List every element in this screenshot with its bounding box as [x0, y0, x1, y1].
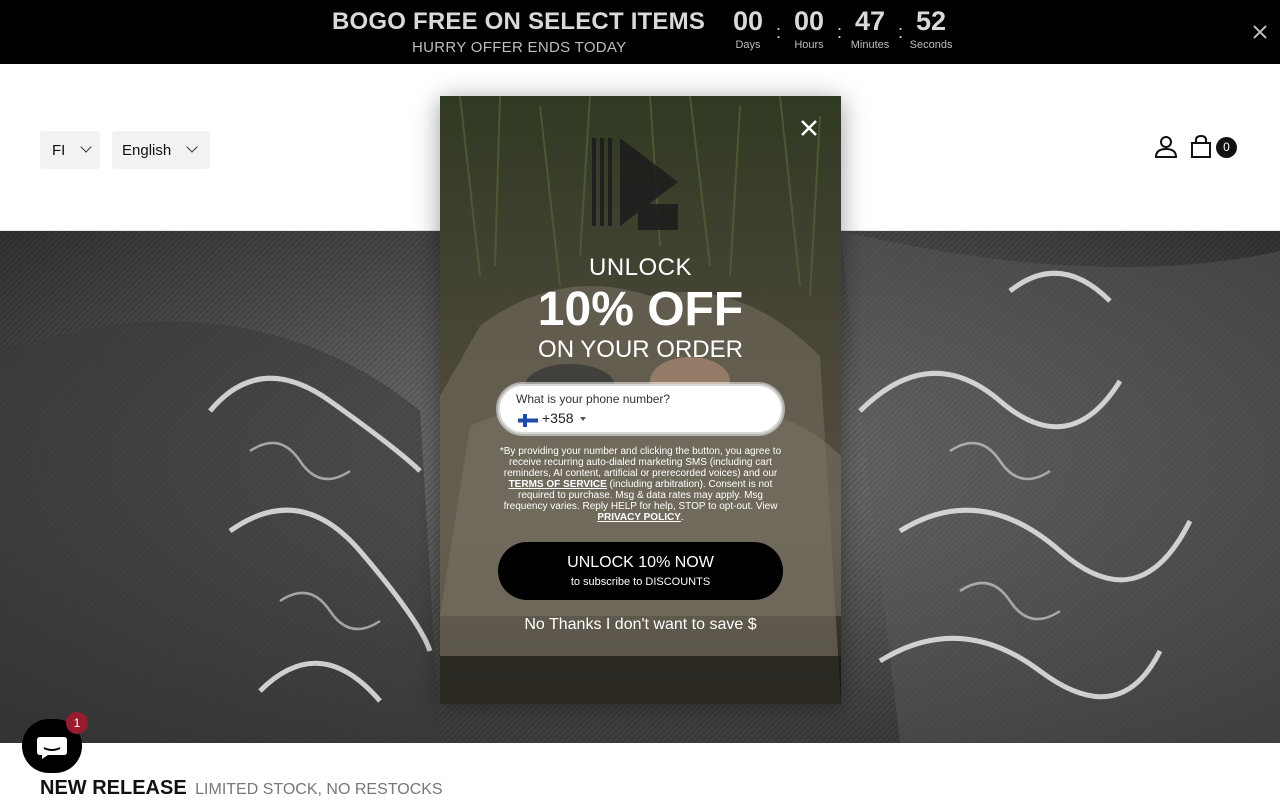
countdown-seconds: 52 Seconds [905, 6, 957, 51]
consent-text-part1: *By providing your number and clicking t… [499, 446, 782, 479]
announcement-bar: BOGO FREE ON SELECT ITEMS HURRY OFFER EN… [0, 0, 1280, 64]
country-selector[interactable]: FI [40, 131, 100, 169]
phone-field-label: What is your phone number? [516, 392, 671, 406]
countdown-separator: : [837, 22, 843, 42]
popup-line-order: ON YOUR ORDER [538, 336, 743, 363]
countdown-minutes-label: Minutes [850, 39, 890, 51]
account-button[interactable] [1151, 132, 1181, 162]
close-icon [801, 120, 817, 136]
popup-line-unlock: UNLOCK [588, 254, 693, 281]
privacy-policy-link[interactable]: PRIVACY POLICY [597, 512, 681, 523]
countdown-days-value: 00 [732, 6, 764, 36]
section-subtitle: LIMITED STOCK, NO RESTOCKS [195, 781, 443, 798]
close-announcement-button[interactable] [1248, 18, 1272, 46]
section-title: NEW RELEASE [40, 777, 187, 799]
announcement-subline: HURRY OFFER ENDS TODAY [412, 39, 627, 56]
finland-flag-icon[interactable] [518, 414, 538, 427]
countdown-hours: 00 Hours [783, 6, 835, 51]
chevron-down-icon [186, 141, 198, 153]
sms-signup-popup: UNLOCK 10% OFF ON YOUR ORDER What is you… [440, 96, 841, 704]
countdown-separator: : [776, 22, 782, 42]
countdown-seconds-label: Seconds [909, 39, 953, 51]
phone-number-field[interactable]: What is your phone number? +358 [498, 384, 783, 434]
countdown-separator: : [898, 22, 904, 42]
account-icon [1154, 136, 1178, 158]
cart-icon [1191, 134, 1211, 158]
announcement-headline: BOGO FREE ON SELECT ITEMS [332, 8, 706, 35]
country-value: FI [52, 141, 66, 159]
countdown-days: 00 Days [722, 6, 774, 51]
sms-consent-text: *By providing your number and clicking t… [498, 446, 783, 523]
language-selector[interactable]: English [112, 131, 210, 169]
language-value: English [122, 141, 172, 159]
countdown-timer: 00 Days : 00 Hours : 47 Minutes : 52 Sec… [722, 6, 957, 51]
decline-offer-link[interactable]: No Thanks I don't want to save $ [440, 616, 841, 634]
cart-button[interactable] [1186, 132, 1216, 162]
caret-down-icon[interactable] [580, 417, 586, 421]
terms-of-service-link[interactable]: TERMS OF SERVICE [509, 479, 607, 490]
close-popup-button[interactable] [797, 116, 821, 140]
countdown-minutes-value: 47 [855, 6, 886, 36]
popup-line-discount: 10% OFF [537, 283, 744, 336]
countdown-hours-label: Hours [794, 39, 824, 51]
countdown-hours-value: 00 [793, 6, 825, 36]
chat-notification-badge: 1 [66, 712, 88, 734]
section-heading: NEW RELEASE LIMITED STOCK, NO RESTOCKS [40, 777, 443, 800]
unlock-discount-button[interactable]: UNLOCK 10% NOW to subscribe to DISCOUNTS [498, 542, 783, 600]
countdown-days-label: Days [735, 39, 761, 51]
consent-text-end: . [680, 512, 684, 523]
cta-main-label: UNLOCK 10% NOW [567, 554, 714, 571]
chevron-down-icon [80, 141, 92, 153]
countdown-seconds-value: 52 [916, 6, 947, 36]
cart-count-badge: 0 [1216, 137, 1237, 158]
country-dial-code[interactable]: +358 [542, 410, 574, 426]
countdown-minutes: 47 Minutes [844, 6, 896, 51]
cta-sub-label: to subscribe to DISCOUNTS [570, 576, 711, 588]
close-icon [1253, 25, 1267, 39]
